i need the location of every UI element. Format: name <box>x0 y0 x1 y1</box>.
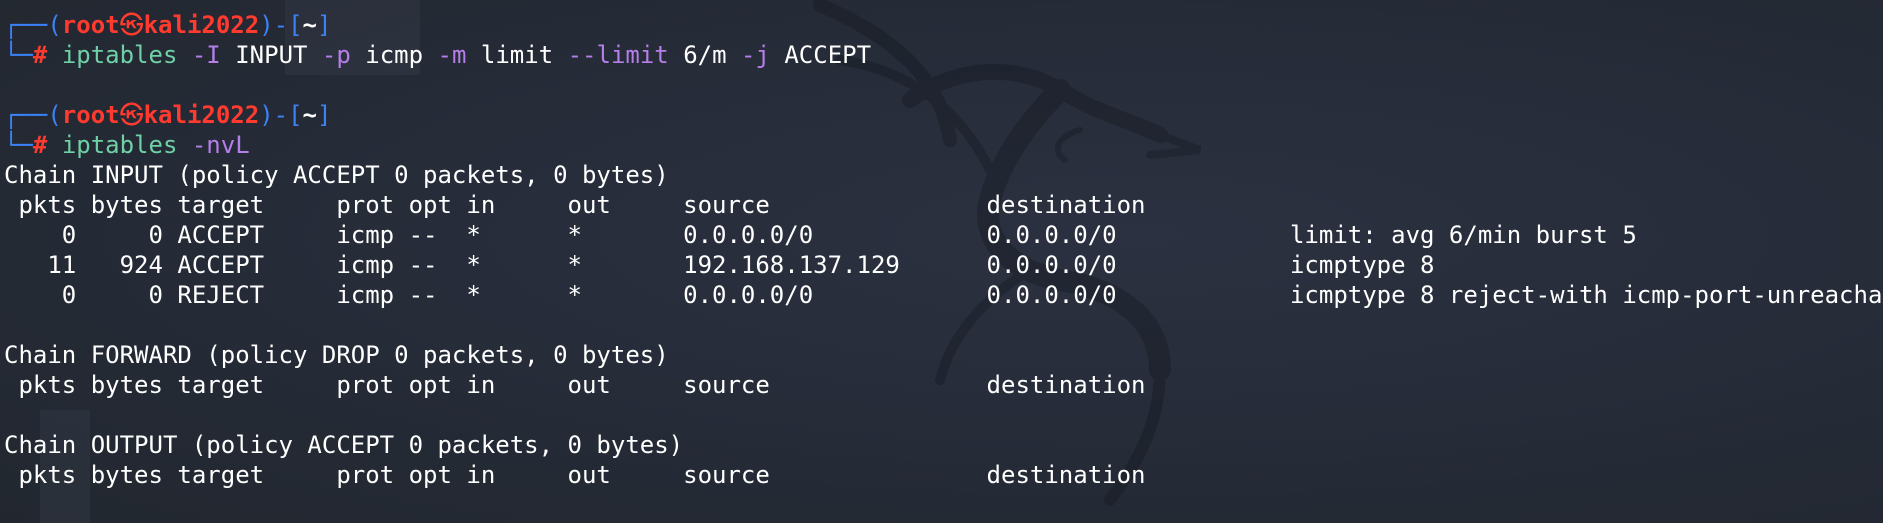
prompt-separator-icon: ㉿ <box>119 11 144 39</box>
prompt-header: ┌──(root㉿kali2022)-[~] <box>4 10 1883 40</box>
prompt-header: ┌──(root㉿kali2022)-[~] <box>4 100 1883 130</box>
prompt-bracket: ┌──( <box>4 11 62 39</box>
command-name[interactable]: iptables <box>62 131 178 159</box>
prompt-cwd: ~ <box>302 11 317 39</box>
prompt-host: kali2022 <box>143 11 260 39</box>
rule-text: 0 0 ACCEPT icmp -- * * 0.0.0.0/0 0.0.0.0… <box>4 221 1637 249</box>
chain-header-text: Chain INPUT (policy ACCEPT 0 packets, 0 … <box>4 161 669 189</box>
command-argument[interactable] <box>177 41 191 69</box>
table-header: pkts bytes target prot opt in out source… <box>4 370 1883 400</box>
table-header: pkts bytes target prot opt in out source… <box>4 190 1883 220</box>
command-option[interactable]: -nvL <box>192 131 250 159</box>
terminal-window[interactable]: ┌──(root㉿kali2022)-[~] └─# iptables -I IN… <box>0 0 1883 523</box>
table-row: 11 924 ACCEPT icmp -- * * 192.168.137.12… <box>4 250 1883 280</box>
command-argument[interactable]: ACCEPT <box>770 41 871 69</box>
command-argument[interactable] <box>177 131 191 159</box>
command-option[interactable]: --limit <box>568 41 669 69</box>
command-argument[interactable]: icmp <box>351 41 438 69</box>
command-option[interactable]: -I <box>192 41 221 69</box>
command-argument[interactable]: limit <box>466 41 567 69</box>
prompt-bracket: ] <box>317 11 332 39</box>
prompt-symbol: # <box>32 131 48 159</box>
prompt-corner: └─ <box>4 131 33 159</box>
chain-header: Chain OUTPUT (policy ACCEPT 0 packets, 0… <box>4 430 1883 460</box>
prompt-bracket: ] <box>317 101 332 129</box>
table-columns: pkts bytes target prot opt in out source… <box>4 371 1146 399</box>
command-line[interactable]: └─# iptables -I INPUT -p icmp -m limit -… <box>4 40 1883 70</box>
chain-header: Chain INPUT (policy ACCEPT 0 packets, 0 … <box>4 160 1883 190</box>
prompt-user: root <box>61 101 120 129</box>
chain-header-text: Chain FORWARD (policy DROP 0 packets, 0 … <box>4 341 669 369</box>
prompt-bracket: )-[ <box>259 101 303 129</box>
command-name[interactable]: iptables <box>62 41 178 69</box>
command-argument[interactable]: 6/m <box>669 41 741 69</box>
command-option[interactable]: -j <box>741 41 770 69</box>
prompt-cwd: ~ <box>302 101 317 129</box>
prompt-user: root <box>61 11 120 39</box>
command-option[interactable]: -m <box>438 41 467 69</box>
table-row: 0 0 REJECT icmp -- * * 0.0.0.0/0 0.0.0.0… <box>4 280 1883 310</box>
rule-text: 11 924 ACCEPT icmp -- * * 192.168.137.12… <box>4 251 1435 279</box>
chain-header-text: Chain OUTPUT (policy ACCEPT 0 packets, 0… <box>4 431 684 459</box>
terminal-output: ┌──(root㉿kali2022)-[~] └─# iptables -I IN… <box>4 10 1883 490</box>
command-line[interactable]: └─# iptables -nvL <box>4 130 1883 160</box>
prompt-host: kali2022 <box>143 101 260 129</box>
table-row: 0 0 ACCEPT icmp -- * * 0.0.0.0/0 0.0.0.0… <box>4 220 1883 250</box>
prompt-corner: └─ <box>4 41 33 69</box>
command-argument[interactable]: INPUT <box>221 41 322 69</box>
rule-text: 0 0 REJECT icmp -- * * 0.0.0.0/0 0.0.0.0… <box>4 281 1883 309</box>
command-option[interactable]: -p <box>322 41 351 69</box>
table-columns: pkts bytes target prot opt in out source… <box>4 191 1146 219</box>
prompt-separator-icon: ㉿ <box>119 101 144 129</box>
table-header: pkts bytes target prot opt in out source… <box>4 460 1883 490</box>
prompt-bracket: ┌──( <box>4 101 62 129</box>
table-columns: pkts bytes target prot opt in out source… <box>4 461 1146 489</box>
prompt-bracket: )-[ <box>259 11 303 39</box>
chain-header: Chain FORWARD (policy DROP 0 packets, 0 … <box>4 340 1883 370</box>
prompt-symbol: # <box>32 41 48 69</box>
